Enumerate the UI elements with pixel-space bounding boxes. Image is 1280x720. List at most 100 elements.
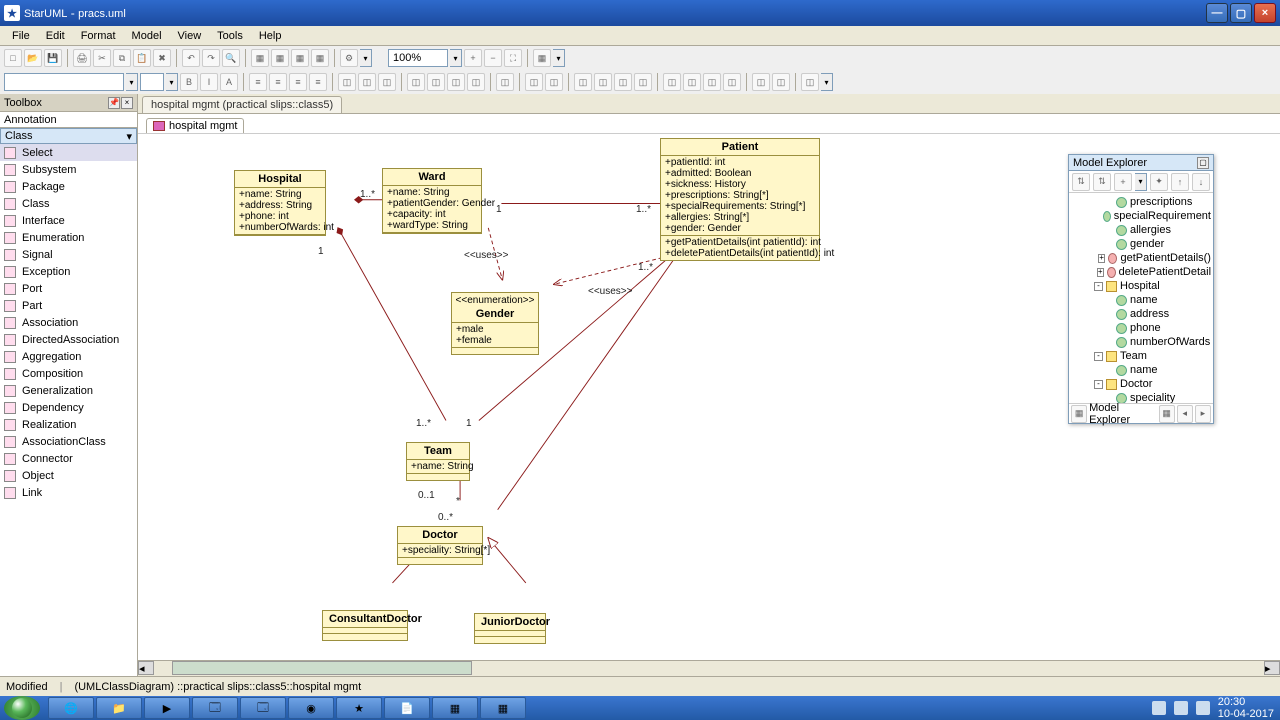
- tree-node[interactable]: address: [1071, 307, 1211, 321]
- layout-icon[interactable]: ◫: [496, 73, 514, 91]
- open-icon[interactable]: 📂: [24, 49, 42, 67]
- dropdown-icon[interactable]: ▾: [553, 49, 565, 67]
- layout-icon[interactable]: ◫: [772, 73, 790, 91]
- diagram-subtab[interactable]: hospital mgmt: [146, 118, 244, 133]
- toolbox-item-interface[interactable]: Interface: [0, 212, 137, 229]
- tree-node[interactable]: numberOfWards: [1071, 335, 1211, 349]
- menu-file[interactable]: File: [4, 28, 38, 44]
- layout-icon[interactable]: ◫: [634, 73, 652, 91]
- paste-icon[interactable]: 📋: [133, 49, 151, 67]
- toolbox-item-link[interactable]: Link: [0, 484, 137, 501]
- tree-node[interactable]: phone: [1071, 321, 1211, 335]
- tray-icon[interactable]: [1152, 701, 1166, 715]
- layout-icon[interactable]: ◫: [525, 73, 543, 91]
- tab-icon[interactable]: ▦: [1071, 405, 1087, 423]
- zoom-out-icon[interactable]: −: [484, 49, 502, 67]
- toolbox-item-enumeration[interactable]: Enumeration: [0, 229, 137, 246]
- horizontal-scrollbar[interactable]: ◂ ▸: [138, 660, 1280, 676]
- toolbox-item-generalization[interactable]: Generalization: [0, 382, 137, 399]
- toolbox-item-class[interactable]: Class: [0, 195, 137, 212]
- dropdown-icon[interactable]: ▾: [166, 73, 178, 91]
- task-notepad[interactable]: 📄: [384, 697, 430, 719]
- tree-node[interactable]: name: [1071, 363, 1211, 377]
- toolbox-item-realization[interactable]: Realization: [0, 416, 137, 433]
- tree-node[interactable]: -Team: [1071, 349, 1211, 363]
- layout-icon[interactable]: ◫: [614, 73, 632, 91]
- task-app[interactable]: ▦: [480, 697, 526, 719]
- layout-icon[interactable]: ◫: [358, 73, 376, 91]
- task-media[interactable]: ▶: [144, 697, 190, 719]
- pin-icon[interactable]: 📌: [108, 97, 120, 109]
- menu-edit[interactable]: Edit: [38, 28, 73, 44]
- layout-icon[interactable]: ◫: [467, 73, 485, 91]
- layout-icon[interactable]: ◫: [447, 73, 465, 91]
- layout-icon[interactable]: ◫: [594, 73, 612, 91]
- cut-icon[interactable]: ✂: [93, 49, 111, 67]
- align-icon[interactable]: ≡: [249, 73, 267, 91]
- layout-icon[interactable]: ◫: [407, 73, 425, 91]
- toolbox-item-signal[interactable]: Signal: [0, 246, 137, 263]
- redo-icon[interactable]: ↷: [202, 49, 220, 67]
- layout-icon[interactable]: ◫: [723, 73, 741, 91]
- copy-icon[interactable]: ⧉: [113, 49, 131, 67]
- delete-icon[interactable]: ✖: [153, 49, 171, 67]
- layout-icon[interactable]: ◫: [338, 73, 356, 91]
- system-tray[interactable]: 20:30 10-04-2017: [1146, 696, 1280, 720]
- dropdown-icon[interactable]: ▾: [360, 49, 372, 67]
- minimize-button[interactable]: —: [1206, 3, 1228, 23]
- tree-node[interactable]: gender: [1071, 237, 1211, 251]
- task-chrome[interactable]: ◉: [288, 697, 334, 719]
- tool-icon[interactable]: ⚙: [340, 49, 358, 67]
- task-app[interactable]: 🗔: [192, 697, 238, 719]
- layout-icon[interactable]: ◫: [378, 73, 396, 91]
- layout-icon[interactable]: ◫: [703, 73, 721, 91]
- class-juniordoctor[interactable]: JuniorDoctor: [474, 613, 546, 644]
- name-input[interactable]: [4, 73, 124, 91]
- dropdown-icon[interactable]: ▾: [1135, 173, 1147, 191]
- tool-icon[interactable]: ▦: [291, 49, 309, 67]
- task-app[interactable]: 🗔: [240, 697, 286, 719]
- add-icon[interactable]: +: [1114, 173, 1132, 191]
- toolbox-section-annotation[interactable]: Annotation: [0, 112, 137, 128]
- layout-icon[interactable]: ◫: [683, 73, 701, 91]
- zoom-in-icon[interactable]: +: [464, 49, 482, 67]
- size-input[interactable]: [140, 73, 164, 91]
- task-explorer[interactable]: 📁: [96, 697, 142, 719]
- toolbox-item-associationclass[interactable]: AssociationClass: [0, 433, 137, 450]
- class-consultantdoctor[interactable]: ConsultantDoctor: [322, 610, 408, 641]
- task-ie[interactable]: 🌐: [48, 697, 94, 719]
- scroll-left-icon[interactable]: ◂: [138, 661, 154, 675]
- menu-tools[interactable]: Tools: [209, 28, 251, 44]
- tree-node[interactable]: prescriptions: [1071, 195, 1211, 209]
- tray-volume-icon[interactable]: [1196, 701, 1210, 715]
- layout-icon[interactable]: ◫: [574, 73, 592, 91]
- sort-icon[interactable]: ⇅: [1093, 173, 1111, 191]
- menu-help[interactable]: Help: [251, 28, 290, 44]
- toolbox-item-exception[interactable]: Exception: [0, 263, 137, 280]
- tree-node[interactable]: allergies: [1071, 223, 1211, 237]
- layout-icon[interactable]: ◫: [801, 73, 819, 91]
- task-app[interactable]: ▦: [432, 697, 478, 719]
- enum-gender[interactable]: <<enumeration>> Gender +male +female: [451, 292, 539, 355]
- align-icon[interactable]: ≡: [289, 73, 307, 91]
- up-icon[interactable]: ↑: [1171, 173, 1189, 191]
- tree-node[interactable]: -Doctor: [1071, 377, 1211, 391]
- layout-icon[interactable]: ◫: [663, 73, 681, 91]
- maximize-button[interactable]: ▢: [1230, 3, 1252, 23]
- toolbox-item-subsystem[interactable]: Subsystem: [0, 161, 137, 178]
- italic-icon[interactable]: I: [200, 73, 218, 91]
- toolbox-item-package[interactable]: Package: [0, 178, 137, 195]
- menu-format[interactable]: Format: [73, 28, 124, 44]
- toolbox-item-connector[interactable]: Connector: [0, 450, 137, 467]
- tree-node[interactable]: name: [1071, 293, 1211, 307]
- layout-icon[interactable]: ◫: [752, 73, 770, 91]
- menu-model[interactable]: Model: [124, 28, 170, 44]
- next-icon[interactable]: ▸: [1195, 405, 1211, 423]
- task-staruml[interactable]: ★: [336, 697, 382, 719]
- find-icon[interactable]: 🔍: [222, 49, 240, 67]
- tab-icon[interactable]: ▦: [1159, 405, 1175, 423]
- new-icon[interactable]: □: [4, 49, 22, 67]
- close-button[interactable]: ×: [1254, 3, 1276, 23]
- panel-close-icon[interactable]: ▢: [1197, 157, 1209, 169]
- class-hospital[interactable]: Hospital +name: String +address: String …: [234, 170, 326, 236]
